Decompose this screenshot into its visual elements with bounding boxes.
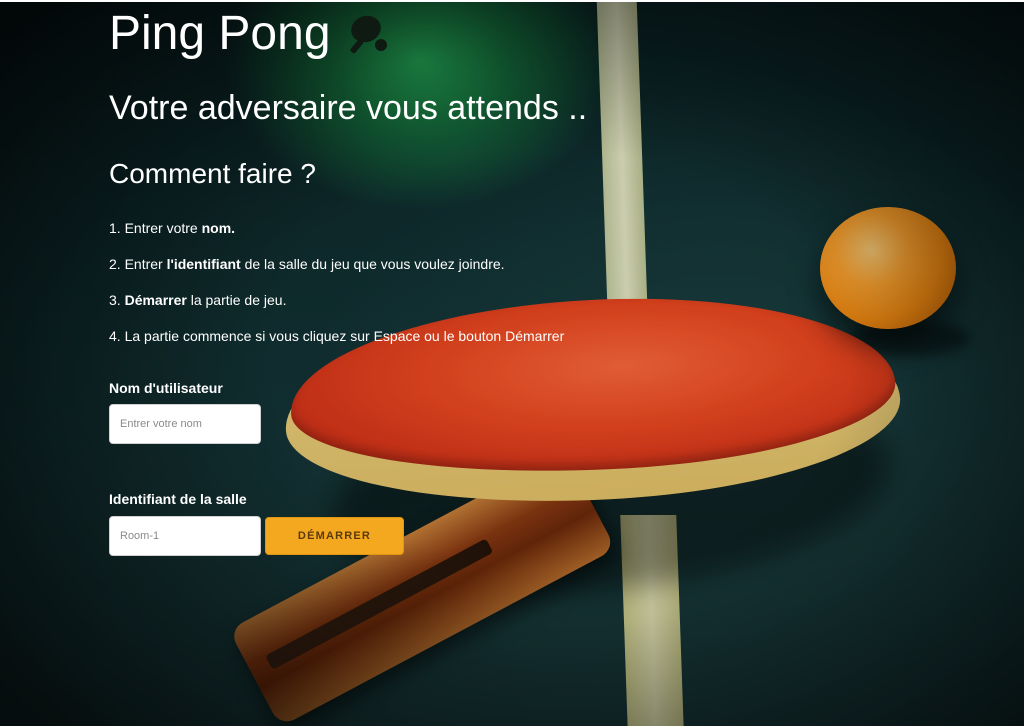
username-input[interactable]	[109, 404, 261, 444]
instructions-heading: Comment faire ?	[109, 158, 316, 189]
app-title: Ping Pong	[109, 6, 389, 62]
room-id-label: Identifiant de la salle	[109, 491, 247, 507]
page: Ping Pong Votre adversaire vous attends …	[0, 0, 1024, 726]
subtitle: Votre adversaire vous attends ..	[109, 89, 588, 127]
instruction-step: 2. Entrer l'identifiant de la salle du j…	[109, 256, 505, 272]
username-label: Nom d'utilisateur	[109, 380, 223, 396]
app-title-text: Ping Pong	[109, 7, 331, 60]
start-button[interactable]: Démarrer	[265, 517, 404, 555]
room-id-input[interactable]	[109, 516, 261, 556]
instruction-step: 3. Démarrer la partie de jeu.	[109, 292, 287, 308]
instruction-step: 4. La partie commence si vous cliquez su…	[109, 328, 565, 344]
top-border	[0, 0, 1024, 2]
instructions-list: 1. Entrer votre nom. 2. Entrer l'identif…	[109, 219, 564, 363]
ping-pong-paddle-icon	[345, 12, 389, 56]
instruction-step: 1. Entrer votre nom.	[109, 220, 236, 236]
